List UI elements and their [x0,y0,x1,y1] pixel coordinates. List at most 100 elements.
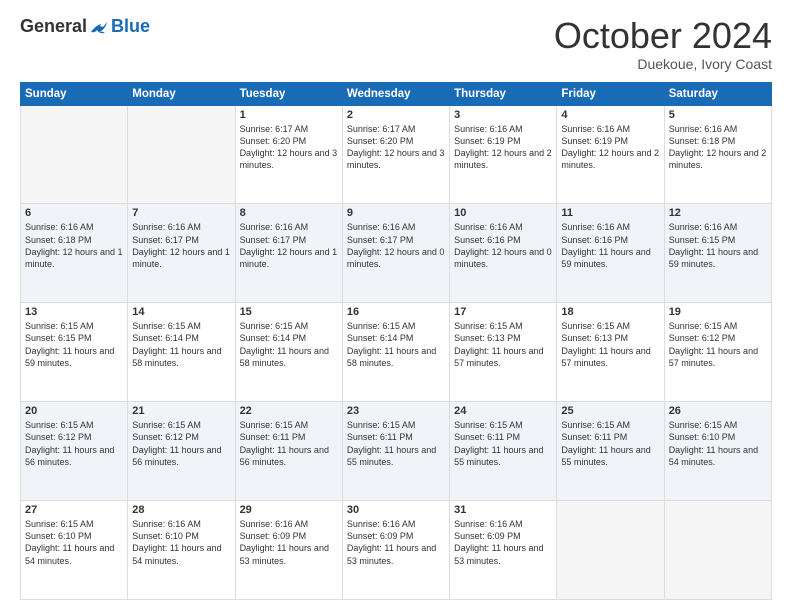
header: General Blue October 2024 Duekoue, Ivory… [20,16,772,72]
calendar-week-row: 6 Sunrise: 6:16 AMSunset: 6:18 PMDaylight… [21,204,772,303]
day-number: 30 [347,504,445,516]
day-info: Sunrise: 6:17 AMSunset: 6:20 PMDaylight:… [240,123,338,172]
day-info: Sunrise: 6:16 AMSunset: 6:09 PMDaylight:… [240,518,338,567]
calendar-cell: 30 Sunrise: 6:16 AMSunset: 6:09 PMDayligh… [342,501,449,600]
calendar-header-tuesday: Tuesday [235,82,342,105]
calendar-cell: 5Sunrise: 6:16 AMSunset: 6:18 PMDaylight… [664,105,771,204]
day-info: Sunrise: 6:15 AMSunset: 6:12 PMDaylight:… [132,419,230,468]
location-title: Duekoue, Ivory Coast [554,56,772,72]
day-number: 28 [132,504,230,516]
calendar-cell: 24 Sunrise: 6:15 AMSunset: 6:11 PMDayligh… [450,402,557,501]
calendar-cell: 23Sunrise: 6:15 AMSunset: 6:11 PMDayligh… [342,402,449,501]
calendar-cell: 12 Sunrise: 6:16 AMSunset: 6:15 PMDayligh… [664,204,771,303]
day-info: Sunrise: 6:15 AMSunset: 6:13 PMDaylight:… [561,320,659,369]
calendar-cell: 19 Sunrise: 6:15 AMSunset: 6:12 PMDayligh… [664,303,771,402]
calendar-cell: 2Sunrise: 6:17 AMSunset: 6:20 PMDaylight… [342,105,449,204]
day-info: Sunrise: 6:16 AMSunset: 6:18 PMDaylight:… [669,123,767,172]
calendar-header-friday: Friday [557,82,664,105]
day-number: 21 [132,405,230,417]
day-info: Sunrise: 6:15 AMSunset: 6:12 PMDaylight:… [669,320,767,369]
day-info: Sunrise: 6:16 AMSunset: 6:10 PMDaylight:… [132,518,230,567]
day-info: Sunrise: 6:16 AMSunset: 6:09 PMDaylight:… [454,518,552,567]
calendar-cell [128,105,235,204]
day-number: 25 [561,405,659,417]
calendar-week-row: 20Sunrise: 6:15 AMSunset: 6:12 PMDayligh… [21,402,772,501]
day-info: Sunrise: 6:16 AMSunset: 6:18 PMDaylight:… [25,221,123,270]
calendar-cell: 20Sunrise: 6:15 AMSunset: 6:12 PMDayligh… [21,402,128,501]
calendar-cell [557,501,664,600]
day-number: 18 [561,306,659,318]
calendar-cell: 16 Sunrise: 6:15 AMSunset: 6:14 PMDayligh… [342,303,449,402]
day-number: 13 [25,306,123,318]
day-info: Sunrise: 6:15 AMSunset: 6:14 PMDaylight:… [132,320,230,369]
day-info: Sunrise: 6:16 AMSunset: 6:16 PMDaylight:… [561,221,659,270]
calendar-cell: 10 Sunrise: 6:16 AMSunset: 6:16 PMDayligh… [450,204,557,303]
calendar-week-row: 27 Sunrise: 6:15 AMSunset: 6:10 PMDayligh… [21,501,772,600]
day-info: Sunrise: 6:16 AMSunset: 6:19 PMDaylight:… [561,123,659,172]
calendar-cell: 13 Sunrise: 6:15 AMSunset: 6:15 PMDayligh… [21,303,128,402]
day-number: 27 [25,504,123,516]
calendar-cell: 6 Sunrise: 6:16 AMSunset: 6:18 PMDaylight… [21,204,128,303]
day-info: Sunrise: 6:16 AMSunset: 6:16 PMDaylight:… [454,221,552,270]
calendar-week-row: 1 Sunrise: 6:17 AMSunset: 6:20 PMDaylight… [21,105,772,204]
calendar-cell: 28 Sunrise: 6:16 AMSunset: 6:10 PMDayligh… [128,501,235,600]
calendar-cell: 21 Sunrise: 6:15 AMSunset: 6:12 PMDayligh… [128,402,235,501]
calendar-cell: 17 Sunrise: 6:15 AMSunset: 6:13 PMDayligh… [450,303,557,402]
day-number: 14 [132,306,230,318]
calendar-cell: 4 Sunrise: 6:16 AMSunset: 6:19 PMDaylight… [557,105,664,204]
day-number: 7 [132,207,230,219]
day-info: Sunrise: 6:16 AMSunset: 6:09 PMDaylight:… [347,518,445,567]
day-info: Sunrise: 6:16 AMSunset: 6:17 PMDaylight:… [347,221,445,270]
day-number: 17 [454,306,552,318]
calendar-cell [21,105,128,204]
day-info: Sunrise: 6:15 AMSunset: 6:14 PMDaylight:… [240,320,338,369]
day-info: Sunrise: 6:16 AMSunset: 6:19 PMDaylight:… [454,123,552,172]
day-number: 12 [669,207,767,219]
calendar-cell: 9 Sunrise: 6:16 AMSunset: 6:17 PMDaylight… [342,204,449,303]
day-number: 1 [240,109,338,121]
calendar-cell: 29 Sunrise: 6:16 AMSunset: 6:09 PMDayligh… [235,501,342,600]
day-number: 29 [240,504,338,516]
calendar-header-sunday: Sunday [21,82,128,105]
day-number: 6 [25,207,123,219]
day-info: Sunrise: 6:16 AMSunset: 6:17 PMDaylight:… [132,221,230,270]
day-info: Sunrise: 6:16 AMSunset: 6:15 PMDaylight:… [669,221,767,270]
calendar-cell: 3Sunrise: 6:16 AMSunset: 6:19 PMDaylight… [450,105,557,204]
title-block: October 2024 Duekoue, Ivory Coast [554,16,772,72]
day-number: 23 [347,405,445,417]
day-number: 9 [347,207,445,219]
logo-bird-icon [89,18,111,36]
calendar-cell [664,501,771,600]
calendar-cell: 22Sunrise: 6:15 AMSunset: 6:11 PMDayligh… [235,402,342,501]
calendar-header-wednesday: Wednesday [342,82,449,105]
page: General Blue October 2024 Duekoue, Ivory… [0,0,792,612]
day-number: 24 [454,405,552,417]
calendar-header-row: SundayMondayTuesdayWednesdayThursdayFrid… [21,82,772,105]
calendar-cell: 25Sunrise: 6:15 AMSunset: 6:11 PMDayligh… [557,402,664,501]
calendar-cell: 15Sunrise: 6:15 AMSunset: 6:14 PMDayligh… [235,303,342,402]
calendar-cell: 27 Sunrise: 6:15 AMSunset: 6:10 PMDayligh… [21,501,128,600]
day-info: Sunrise: 6:15 AMSunset: 6:15 PMDaylight:… [25,320,123,369]
day-number: 16 [347,306,445,318]
day-info: Sunrise: 6:15 AMSunset: 6:11 PMDaylight:… [240,419,338,468]
day-info: Sunrise: 6:15 AMSunset: 6:11 PMDaylight:… [454,419,552,468]
calendar-week-row: 13 Sunrise: 6:15 AMSunset: 6:15 PMDayligh… [21,303,772,402]
calendar-cell: 11 Sunrise: 6:16 AMSunset: 6:16 PMDayligh… [557,204,664,303]
day-number: 10 [454,207,552,219]
day-info: Sunrise: 6:17 AMSunset: 6:20 PMDaylight:… [347,123,445,172]
day-info: Sunrise: 6:15 AMSunset: 6:14 PMDaylight:… [347,320,445,369]
calendar-cell: 7 Sunrise: 6:16 AMSunset: 6:17 PMDaylight… [128,204,235,303]
day-info: Sunrise: 6:15 AMSunset: 6:10 PMDaylight:… [25,518,123,567]
day-number: 26 [669,405,767,417]
day-number: 8 [240,207,338,219]
day-info: Sunrise: 6:15 AMSunset: 6:10 PMDaylight:… [669,419,767,468]
day-info: Sunrise: 6:16 AMSunset: 6:17 PMDaylight:… [240,221,338,270]
day-number: 11 [561,207,659,219]
day-number: 19 [669,306,767,318]
calendar-header-thursday: Thursday [450,82,557,105]
calendar-cell: 26 Sunrise: 6:15 AMSunset: 6:10 PMDayligh… [664,402,771,501]
logo-general: General [20,16,87,37]
day-info: Sunrise: 6:15 AMSunset: 6:13 PMDaylight:… [454,320,552,369]
calendar-cell: 14 Sunrise: 6:15 AMSunset: 6:14 PMDayligh… [128,303,235,402]
day-number: 4 [561,109,659,121]
